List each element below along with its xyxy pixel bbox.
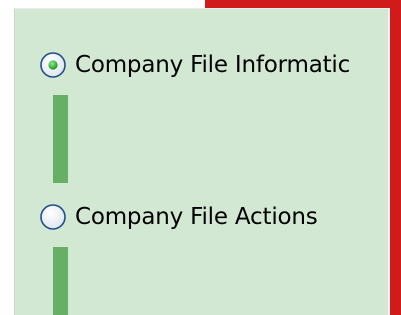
- step-label: Company File Actions: [75, 204, 318, 230]
- radio-selected-icon[interactable]: [39, 51, 67, 79]
- panel-edge: [388, 8, 390, 315]
- step-company-file-actions[interactable]: Company File Actions: [39, 197, 318, 237]
- screen: Company File Informatic Company File Act…: [0, 0, 401, 315]
- radio-unselected-icon[interactable]: [39, 203, 67, 231]
- step-label: Company File Informatic: [75, 52, 351, 78]
- step-connector: [53, 95, 68, 183]
- wizard-steps-panel: Company File Informatic Company File Act…: [14, 8, 389, 315]
- step-company-file-information[interactable]: Company File Informatic: [39, 45, 350, 85]
- step-connector: [53, 247, 68, 315]
